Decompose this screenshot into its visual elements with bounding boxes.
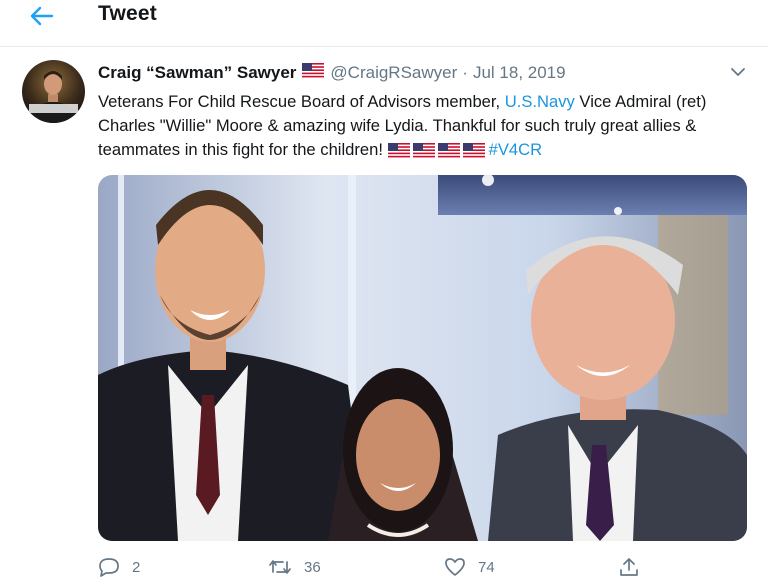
tweet-photo[interactable] <box>98 175 747 541</box>
flag-emoji-group <box>387 143 485 158</box>
author-handle[interactable]: @CraigRSawyer <box>330 63 457 83</box>
reply-icon <box>99 558 119 577</box>
retweet-count: 36 <box>304 558 321 576</box>
retweet-button[interactable]: 36 <box>268 554 321 580</box>
tweet-menu-button[interactable] <box>726 62 750 82</box>
tweet-actions: 2 36 74 <box>98 554 658 580</box>
hashtag-link[interactable]: #V4CR <box>489 140 543 159</box>
chevron-down-icon <box>731 67 745 76</box>
tweet-header: Tweet <box>0 0 768 47</box>
arrow-left-icon <box>30 6 54 26</box>
like-button[interactable]: 74 <box>444 554 495 580</box>
meta-separator: · <box>462 63 468 82</box>
back-button[interactable] <box>24 2 60 30</box>
avatar[interactable] <box>22 60 85 123</box>
share-button[interactable] <box>618 554 640 580</box>
mention-link[interactable]: U.S.Navy <box>505 92 575 111</box>
us-flag-icon <box>387 143 410 158</box>
avatar-image <box>22 60 85 123</box>
tweet-text: Veterans For Child Rescue Board of Advis… <box>98 90 748 162</box>
us-flag-icon <box>412 143 435 158</box>
us-flag-icon <box>462 143 485 158</box>
author-display-name[interactable]: Craig “Sawman” Sawyer <box>98 63 296 83</box>
us-flag-icon <box>302 63 325 83</box>
page-title: Tweet <box>98 2 157 25</box>
reply-count: 2 <box>132 558 141 576</box>
reply-button[interactable]: 2 <box>98 554 140 580</box>
tweet-text-part1: Veterans For Child Rescue Board of Advis… <box>98 92 505 111</box>
retweet-icon <box>269 560 291 574</box>
share-icon <box>620 558 638 576</box>
heart-icon <box>445 558 465 576</box>
like-count: 74 <box>478 558 495 576</box>
tweet-meta: Craig “Sawman” Sawyer @CraigRSawyer · Ju… <box>98 61 566 85</box>
tweet-date[interactable]: Jul 18, 2019 <box>473 63 566 83</box>
photo-image <box>98 175 747 541</box>
us-flag-icon <box>437 143 460 158</box>
